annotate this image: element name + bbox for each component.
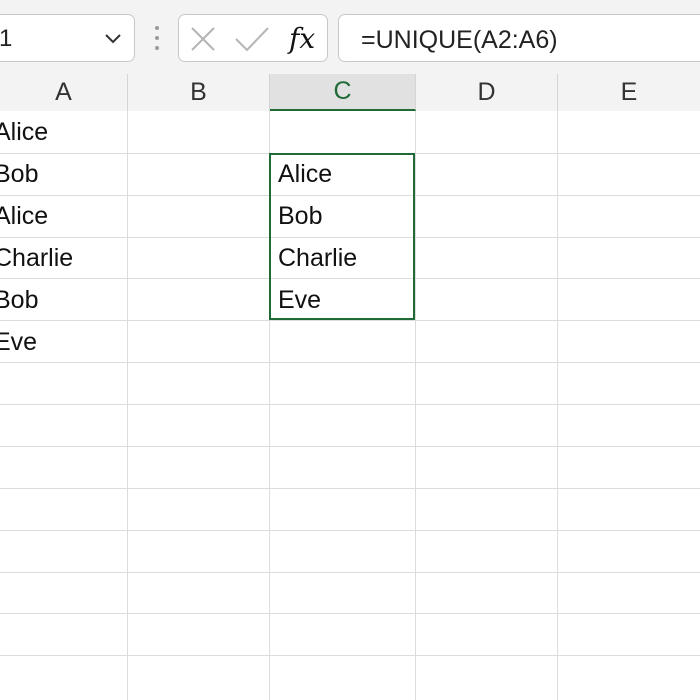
worksheet-grid[interactable]: A B C D E Alice Bob Alice Charlie Bob Ev… [0, 74, 700, 700]
gridline [0, 572, 700, 573]
gridline [0, 404, 700, 405]
formula-bar-area: 1 fx =UNIQUE(A2:A6) [0, 0, 700, 74]
column-header-e[interactable]: E [558, 74, 700, 111]
gridline [0, 655, 700, 656]
gridline [415, 111, 416, 700]
gridline [0, 362, 700, 363]
gridline [0, 488, 700, 489]
column-header-c[interactable]: C [270, 74, 416, 111]
column-header-d[interactable]: D [416, 74, 558, 111]
gridline [127, 111, 128, 700]
name-box-value: 1 [0, 25, 13, 52]
insert-function-icon[interactable]: fx [289, 22, 315, 55]
cell-a2[interactable]: Bob [0, 154, 38, 195]
gridline [557, 111, 558, 700]
name-box[interactable]: 1 [0, 14, 135, 62]
column-header-a[interactable]: A [0, 74, 128, 111]
spill-range-border [269, 153, 415, 320]
chevron-down-icon[interactable] [102, 27, 124, 49]
cell-a4[interactable]: Charlie [0, 238, 73, 279]
gridline [0, 613, 700, 614]
cell-a5[interactable]: Bob [0, 280, 38, 321]
gridline [0, 530, 700, 531]
cell-a6[interactable]: Eve [0, 322, 37, 363]
drag-handle-icon[interactable] [152, 24, 162, 52]
gridline [0, 320, 700, 321]
formula-text: =UNIQUE(A2:A6) [361, 26, 558, 54]
enter-check-icon[interactable] [234, 25, 270, 53]
cell-a1[interactable]: Alice [0, 112, 48, 153]
gridline [0, 446, 700, 447]
formula-input[interactable]: =UNIQUE(A2:A6) [338, 14, 700, 62]
cell-a3[interactable]: Alice [0, 196, 48, 237]
cancel-icon[interactable] [189, 25, 217, 53]
column-header-b[interactable]: B [128, 74, 270, 111]
formula-actions: fx [178, 14, 328, 62]
